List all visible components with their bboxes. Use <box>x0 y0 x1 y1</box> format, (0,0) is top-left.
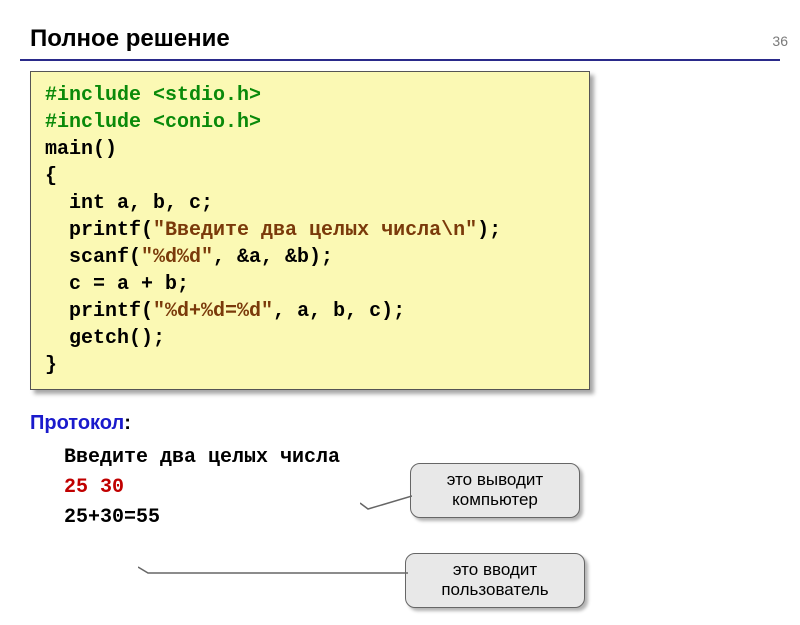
code-line: getch(); <box>45 327 165 350</box>
protocol-label-text: Протокол <box>30 412 124 434</box>
page-title: Полное решение <box>30 25 800 53</box>
code-line: ); <box>477 219 501 242</box>
callout-pointer-icon <box>360 493 412 513</box>
code-line: printf( <box>45 300 153 323</box>
code-block: #include <stdio.h> #include <conio.h> ma… <box>30 71 590 390</box>
code-line: printf( <box>45 219 153 242</box>
code-line: , a, b, c); <box>273 300 405 323</box>
code-line: { <box>45 165 57 188</box>
title-divider <box>20 59 780 61</box>
protocol-label: Протокол: <box>30 412 800 435</box>
code-line: #include <conio.h> <box>45 111 261 134</box>
code-string: "%d+%d=%d" <box>153 300 273 323</box>
code-line: #include <stdio.h> <box>45 84 261 107</box>
callout-computer: это выводит компьютер <box>410 463 580 518</box>
code-line: scanf( <box>45 246 141 269</box>
code-line: c = a + b; <box>45 273 189 296</box>
code-line: main() <box>45 138 117 161</box>
code-string: "Введите два целых числа\n" <box>153 219 477 242</box>
callout-pointer-icon <box>138 566 408 580</box>
code-line: } <box>45 354 57 377</box>
code-line: int <box>45 192 105 215</box>
code-line: , &a, &b); <box>213 246 333 269</box>
page-number: 36 <box>772 33 788 49</box>
colon: : <box>124 412 131 434</box>
code-string: "%d%d" <box>141 246 213 269</box>
code-line: a, b, c; <box>105 192 213 215</box>
